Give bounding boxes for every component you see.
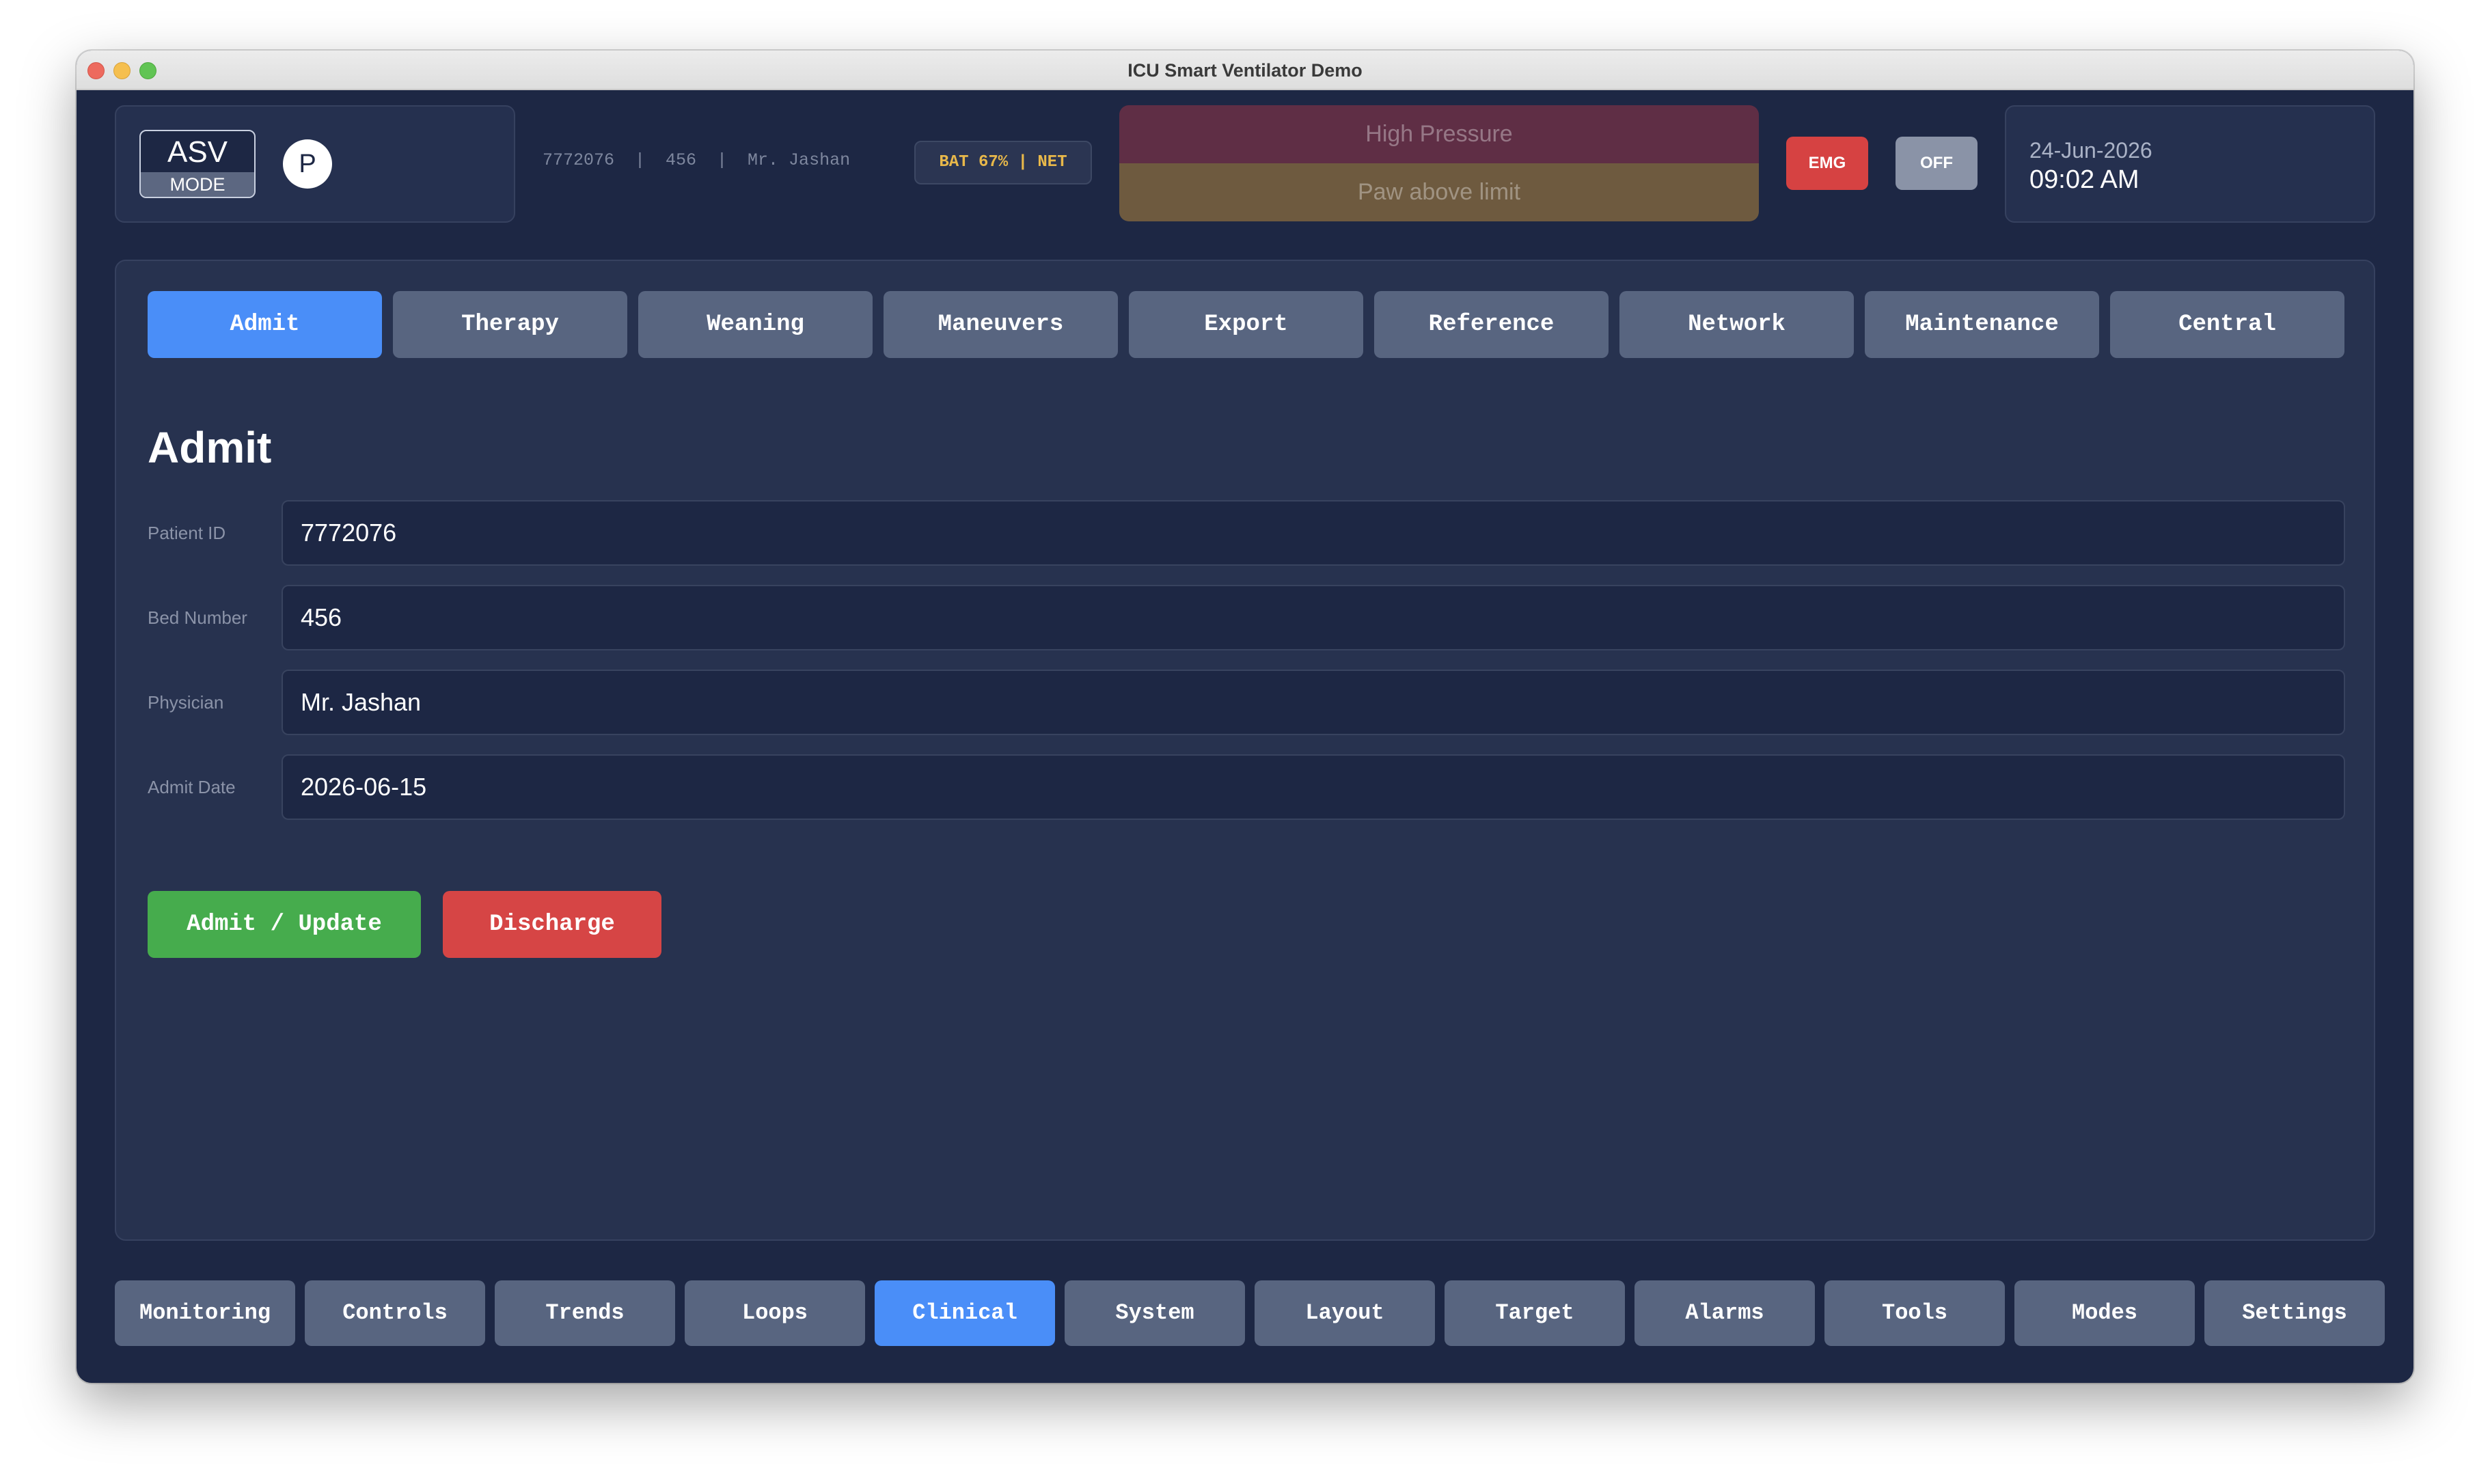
section-title: Admit bbox=[148, 423, 272, 472]
admit-date-row: Admit Date 2026-06-15 bbox=[148, 754, 2345, 820]
bottom-navigation: Monitoring Controls Trends Loops Clinica… bbox=[115, 1280, 2385, 1346]
discharge-button[interactable]: Discharge bbox=[443, 891, 661, 958]
nav-modes[interactable]: Modes bbox=[2014, 1280, 2195, 1346]
nav-alarms[interactable]: Alarms bbox=[1634, 1280, 1815, 1346]
clinical-panel: Admit Therapy Weaning Maneuvers Export R… bbox=[115, 260, 2375, 1241]
alarm-paw-above-limit: Paw above limit bbox=[1119, 163, 1759, 221]
alarm-banner[interactable]: High Pressure Paw above limit bbox=[1119, 105, 1759, 221]
tab-network[interactable]: Network bbox=[1619, 291, 1854, 358]
current-date: 24-Jun-2026 bbox=[2029, 138, 2152, 163]
physician-field[interactable]: Mr. Jashan bbox=[282, 670, 2345, 735]
admit-update-button[interactable]: Admit / Update bbox=[148, 891, 421, 958]
tab-maneuvers[interactable]: Maneuvers bbox=[884, 291, 1118, 358]
battery-network-badge: BAT 67% | NET bbox=[914, 141, 1092, 184]
tab-admit[interactable]: Admit bbox=[148, 291, 382, 358]
nav-clinical[interactable]: Clinical bbox=[875, 1280, 1055, 1346]
bed-number-row: Bed Number 456 bbox=[148, 585, 2345, 650]
tab-weaning[interactable]: Weaning bbox=[638, 291, 873, 358]
mode-label: MODE bbox=[141, 172, 254, 197]
alarm-high-pressure: High Pressure bbox=[1119, 105, 1759, 163]
mode-card: ASV MODE P bbox=[115, 105, 515, 223]
nav-system[interactable]: System bbox=[1065, 1280, 1245, 1346]
title-bar: ICU Smart Ventilator Demo bbox=[77, 51, 2413, 90]
nav-trends[interactable]: Trends bbox=[495, 1280, 675, 1346]
tab-therapy[interactable]: Therapy bbox=[393, 291, 627, 358]
mode-indicator[interactable]: ASV MODE bbox=[139, 130, 256, 198]
clinical-tabs: Admit Therapy Weaning Maneuvers Export R… bbox=[148, 291, 2344, 358]
physician-row: Physician Mr. Jashan bbox=[148, 670, 2345, 735]
bed-number-field[interactable]: 456 bbox=[282, 585, 2345, 650]
patient-id-row: Patient ID 7772076 bbox=[148, 500, 2345, 566]
tab-export[interactable]: Export bbox=[1129, 291, 1363, 358]
tab-reference[interactable]: Reference bbox=[1374, 291, 1609, 358]
pressure-mode-badge: P bbox=[283, 139, 332, 189]
nav-tools[interactable]: Tools bbox=[1824, 1280, 2005, 1346]
nav-settings[interactable]: Settings bbox=[2204, 1280, 2385, 1346]
power-off-button[interactable]: OFF bbox=[1896, 137, 1978, 190]
patient-id-field[interactable]: 7772076 bbox=[282, 500, 2345, 566]
mode-name: ASV bbox=[167, 135, 228, 169]
clock-card: 24-Jun-2026 09:02 AM bbox=[2005, 105, 2375, 223]
emergency-button[interactable]: EMG bbox=[1786, 137, 1868, 190]
patient-id-label: Patient ID bbox=[148, 523, 226, 543]
app-window: ICU Smart Ventilator Demo ASV MODE P 777… bbox=[77, 51, 2413, 1383]
nav-monitoring[interactable]: Monitoring bbox=[115, 1280, 295, 1346]
nav-controls[interactable]: Controls bbox=[305, 1280, 485, 1346]
admit-date-field[interactable]: 2026-06-15 bbox=[282, 754, 2345, 820]
bed-number-label: Bed Number bbox=[148, 607, 247, 628]
tab-maintenance[interactable]: Maintenance bbox=[1865, 291, 2099, 358]
tab-central[interactable]: Central bbox=[2110, 291, 2344, 358]
nav-loops[interactable]: Loops bbox=[685, 1280, 865, 1346]
physician-label: Physician bbox=[148, 692, 224, 713]
current-time: 09:02 AM bbox=[2029, 165, 2139, 194]
admit-date-label: Admit Date bbox=[148, 777, 236, 797]
patient-summary: 7772076 | 456 | Mr. Jashan bbox=[543, 150, 851, 170]
nav-target[interactable]: Target bbox=[1445, 1280, 1625, 1346]
nav-layout[interactable]: Layout bbox=[1255, 1280, 1435, 1346]
window-title: ICU Smart Ventilator Demo bbox=[1127, 60, 1363, 81]
